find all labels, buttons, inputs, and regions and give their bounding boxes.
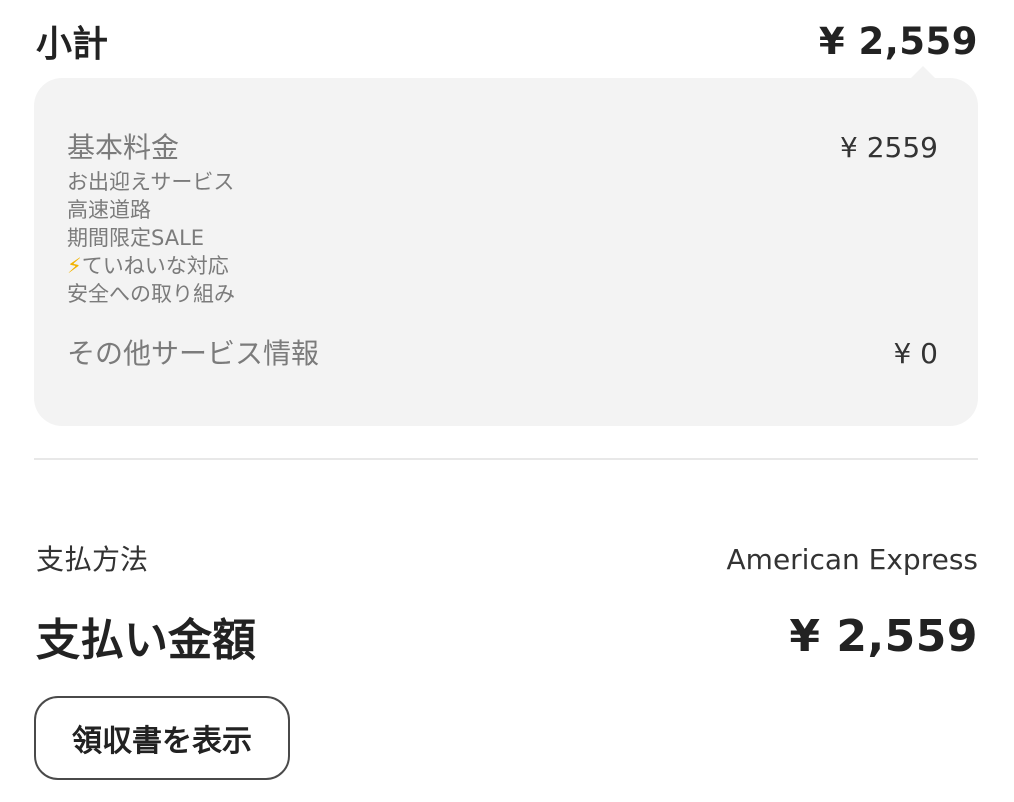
base-fee-item-label: ていねいな対応 <box>81 254 229 278</box>
section-divider <box>34 458 978 460</box>
other-services-title: その他サービス情報 <box>67 337 320 370</box>
fare-summary-page: 小計 ¥ 2,559 基本料金 ¥ 2559 お出迎えサービス 高速道路 期間限… <box>0 0 1014 802</box>
subtotal-label: 小計 <box>36 24 109 65</box>
view-receipt-button[interactable]: 領収書を表示 <box>34 696 290 780</box>
base-fee-item-label: 期間限定SALE <box>67 226 205 250</box>
payment-method-row: 支払方法 American Express <box>36 538 978 578</box>
other-services-amount: ¥ 0 <box>893 337 938 370</box>
base-fee-item-label: 高速道路 <box>67 198 151 222</box>
total-amount-row: 支払い金額 ¥ 2,559 <box>36 604 978 668</box>
base-fee-section: 基本料金 ¥ 2559 お出迎えサービス 高速道路 期間限定SALE ⚡ていねい… <box>67 126 938 308</box>
subtotal-value: ¥ 2,559 <box>818 19 978 63</box>
payment-method-label: 支払方法 <box>36 543 149 576</box>
lightning-icon: ⚡ <box>67 254 82 278</box>
base-fee-title: 基本料金 <box>67 131 180 164</box>
payment-method-value: American Express <box>726 543 978 576</box>
base-fee-item-safety: 安全への取り組み <box>67 280 938 308</box>
card-pointer-arrow <box>910 66 936 79</box>
base-fee-item-sale: 期間限定SALE <box>67 224 938 252</box>
subtotal-row: 小計 ¥ 2,559 <box>36 14 978 68</box>
base-fee-item-label: お出迎えサービス <box>67 170 235 194</box>
base-fee-item-label: 安全への取り組み <box>67 282 235 306</box>
base-fee-items: お出迎えサービス 高速道路 期間限定SALE ⚡ていねいな対応 安全への取り組み <box>67 168 938 308</box>
total-amount-label: 支払い金額 <box>36 615 256 666</box>
base-fee-amount: ¥ 2559 <box>840 131 938 164</box>
base-fee-item-courteous: ⚡ていねいな対応 <box>67 252 938 280</box>
other-services-row: その他サービス情報 ¥ 0 <box>67 332 938 372</box>
total-amount-value: ¥ 2,559 <box>789 610 978 662</box>
fare-breakdown-card: 基本料金 ¥ 2559 お出迎えサービス 高速道路 期間限定SALE ⚡ていねい… <box>34 66 978 426</box>
base-fee-header: 基本料金 ¥ 2559 <box>67 126 938 166</box>
base-fee-item-expressway: 高速道路 <box>67 196 938 224</box>
base-fee-item-pickup: お出迎えサービス <box>67 168 938 196</box>
